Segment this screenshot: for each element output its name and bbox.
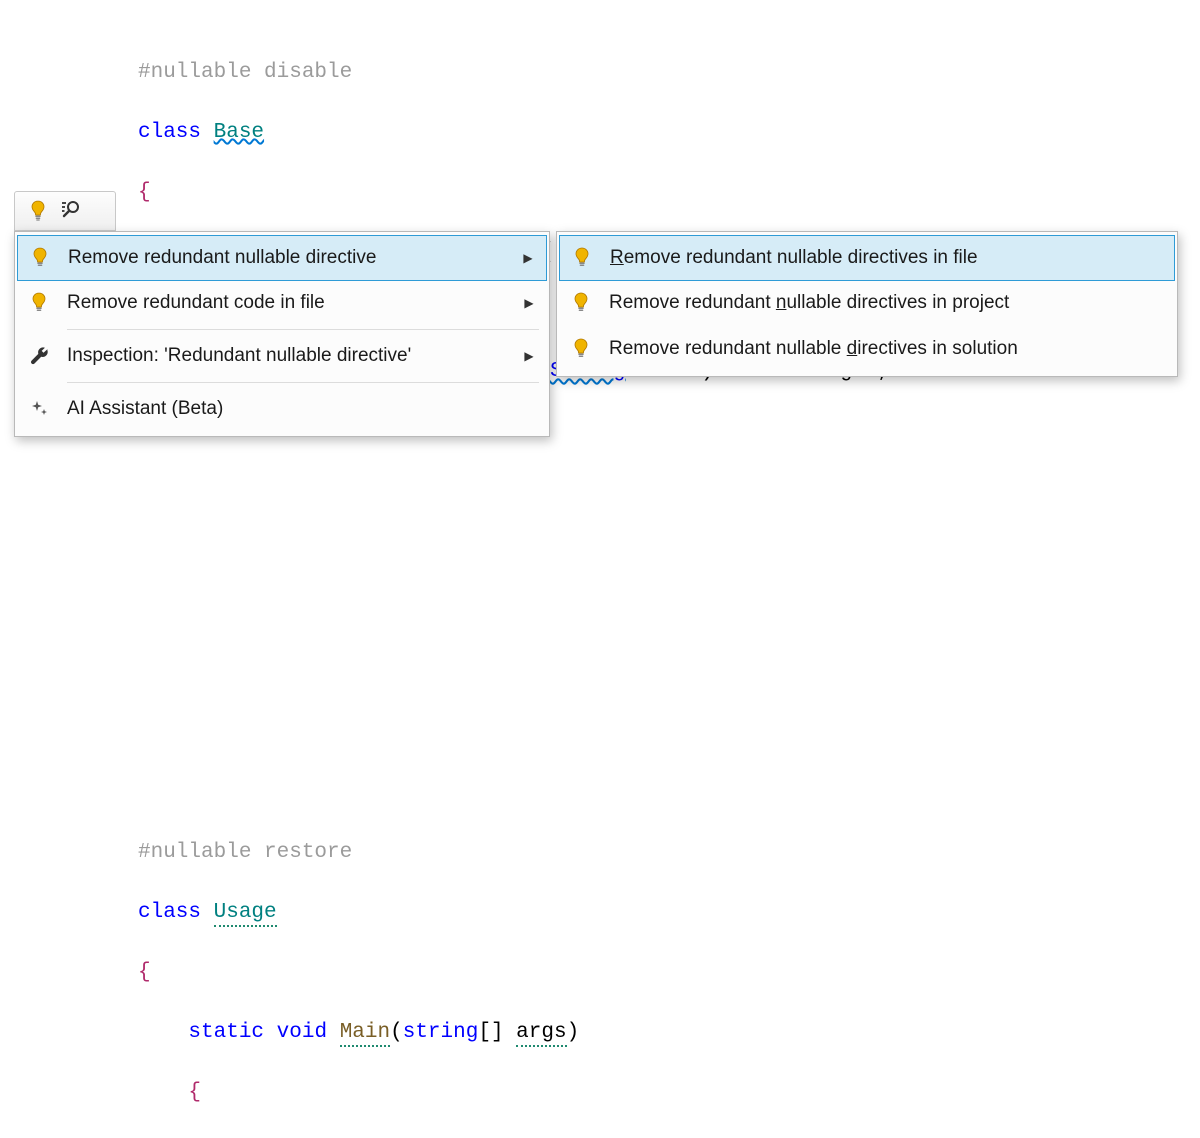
code-editor[interactable]: #nullable disable class Base { public vi… — [138, 28, 1020, 1138]
submenu-item-file[interactable]: Remove redundant nullable directives in … — [559, 235, 1175, 281]
menu-label: AI Assistant (Beta) — [53, 398, 535, 420]
sparkle-icon — [25, 399, 53, 419]
class-name: Base — [214, 121, 264, 144]
directive: #nullable disable — [138, 61, 352, 84]
menu-label: Remove redundant code in file — [53, 292, 523, 314]
lightbulb-icon — [568, 247, 596, 269]
quick-fix-menu: Remove redundant nullable directive ▶ Re… — [14, 231, 550, 437]
menu-item-remove-code[interactable]: Remove redundant code in file ▶ — [15, 280, 549, 326]
menu-label: Inspection: 'Redundant nullable directiv… — [53, 345, 523, 367]
menu-separator — [67, 382, 539, 383]
lightbulb-icon — [25, 292, 53, 314]
inspect-icon[interactable] — [61, 199, 81, 223]
menu-label: Remove redundant nullable directives in … — [595, 338, 1163, 360]
submenu-item-solution[interactable]: Remove redundant nullable directives in … — [557, 326, 1177, 372]
submenu-arrow-icon: ▶ — [522, 251, 534, 265]
submenu-arrow-icon: ▶ — [523, 296, 535, 310]
wrench-icon — [25, 346, 53, 366]
lightbulb-icon — [567, 338, 595, 360]
menu-item-ai-assistant[interactable]: AI Assistant (Beta) — [15, 386, 549, 432]
menu-separator — [67, 329, 539, 330]
action-indicator[interactable] — [14, 191, 116, 231]
submenu-item-project[interactable]: Remove redundant nullable directives in … — [557, 280, 1177, 326]
menu-label: Remove redundant nullable directives in … — [595, 292, 1163, 314]
menu-label: Remove redundant nullable directives in … — [596, 247, 1162, 269]
menu-item-inspection[interactable]: Inspection: 'Redundant nullable directiv… — [15, 333, 549, 379]
submenu-arrow-icon: ▶ — [523, 349, 535, 363]
menu-label: Remove redundant nullable directive — [54, 247, 522, 269]
menu-item-remove-directive[interactable]: Remove redundant nullable directive ▶ — [17, 235, 547, 281]
quick-fix-submenu: Remove redundant nullable directives in … — [556, 231, 1178, 377]
lightbulb-icon — [26, 247, 54, 269]
lightbulb-icon — [567, 292, 595, 314]
lightbulb-icon[interactable] — [29, 200, 47, 222]
